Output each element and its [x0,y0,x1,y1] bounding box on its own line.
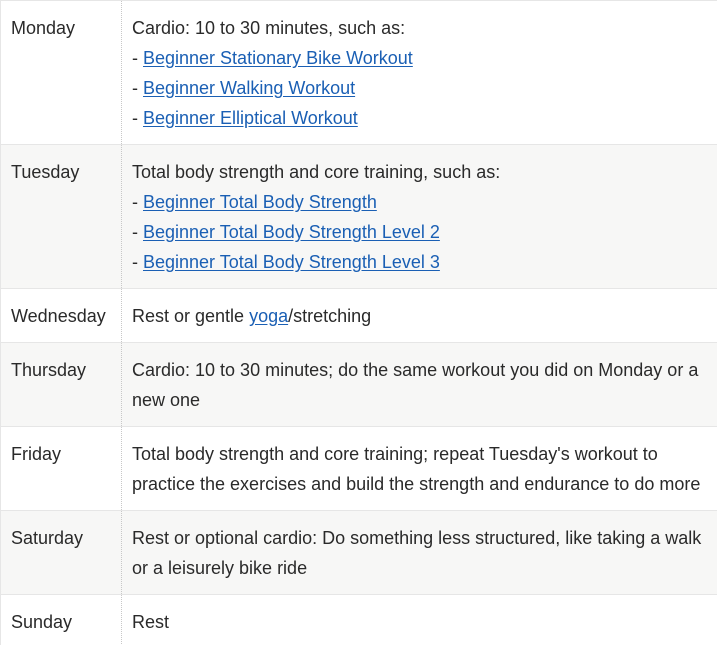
day-plan: Rest or optional cardio: Do something le… [132,528,702,578]
weekly-schedule-table: Monday Cardio: 10 to 30 minutes, such as… [0,0,717,645]
list-item: - Beginner Walking Workout [132,73,708,103]
bullet-dash: - [132,222,143,242]
bullet-dash: - [132,48,143,68]
link-elliptical-workout[interactable]: Beginner Elliptical Workout [143,108,358,128]
link-total-body-strength[interactable]: Beginner Total Body Strength [143,192,377,212]
day-label: Wednesday [0,288,122,343]
day-label: Sunday [0,594,122,645]
list-item: - Beginner Total Body Strength Level 3 [132,247,708,277]
day-label: Saturday [0,510,122,595]
day-plan: Rest [132,612,170,632]
plan-text-before: Rest or gentle [132,306,250,326]
day-label: Tuesday [0,144,122,289]
day-plan: Cardio: 10 to 30 minutes, such as: - Beg… [122,1,717,145]
schedule-row-wednesday: Wednesday Rest or gentle yoga/stretching [0,288,717,343]
list-item: - Beginner Elliptical Workout [132,103,708,133]
link-total-body-strength-level-2[interactable]: Beginner Total Body Strength Level 2 [143,222,440,242]
day-label: Monday [0,0,122,145]
plan-text-after: /stretching [288,306,372,326]
bullet-dash: - [132,192,143,212]
list-item: - Beginner Total Body Strength [132,187,708,217]
schedule-row-sunday: Sunday Rest [0,594,717,645]
day-plan: Total body strength and core training; r… [132,444,701,494]
day-plan: Total body strength and core training, s… [122,145,717,289]
day-label: Thursday [0,342,122,427]
day-label: Friday [0,426,122,511]
list-item: - Beginner Stationary Bike Workout [132,43,708,73]
link-total-body-strength-level-3[interactable]: Beginner Total Body Strength Level 3 [143,252,440,272]
schedule-row-thursday: Thursday Cardio: 10 to 30 minutes; do th… [0,342,717,427]
link-yoga[interactable]: yoga [249,306,288,326]
schedule-row-monday: Monday Cardio: 10 to 30 minutes, such as… [0,0,717,145]
plan-intro: Cardio: 10 to 30 minutes, such as: [132,18,406,38]
schedule-row-friday: Friday Total body strength and core trai… [0,426,717,511]
schedule-row-tuesday: Tuesday Total body strength and core tra… [0,144,717,289]
plan-intro: Total body strength and core training, s… [132,162,501,182]
schedule-row-saturday: Saturday Rest or optional cardio: Do som… [0,510,717,595]
link-walking-workout[interactable]: Beginner Walking Workout [143,78,355,98]
list-item: - Beginner Total Body Strength Level 2 [132,217,708,247]
bullet-dash: - [132,252,143,272]
bullet-dash: - [132,78,143,98]
day-plan: Cardio: 10 to 30 minutes; do the same wo… [132,360,699,410]
bullet-dash: - [132,108,143,128]
day-plan: Rest or gentle yoga/stretching [122,289,717,343]
link-stationary-bike-workout[interactable]: Beginner Stationary Bike Workout [143,48,413,68]
